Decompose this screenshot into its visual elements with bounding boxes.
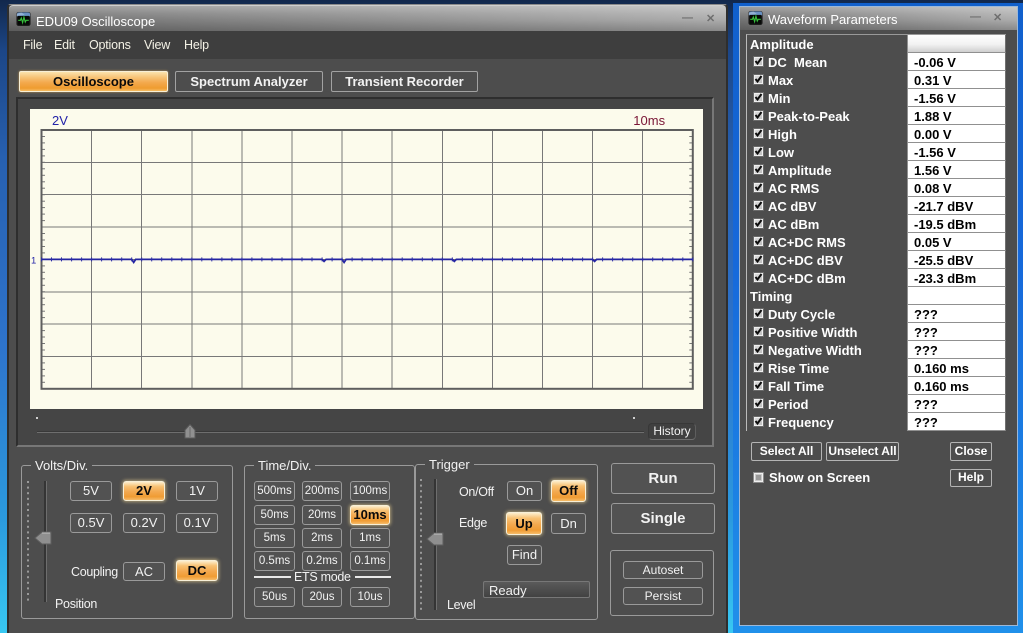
svg-text:2V: 2V xyxy=(52,113,68,128)
svg-text:10ms: 10ms xyxy=(633,113,665,128)
svg-text:1: 1 xyxy=(31,255,36,266)
